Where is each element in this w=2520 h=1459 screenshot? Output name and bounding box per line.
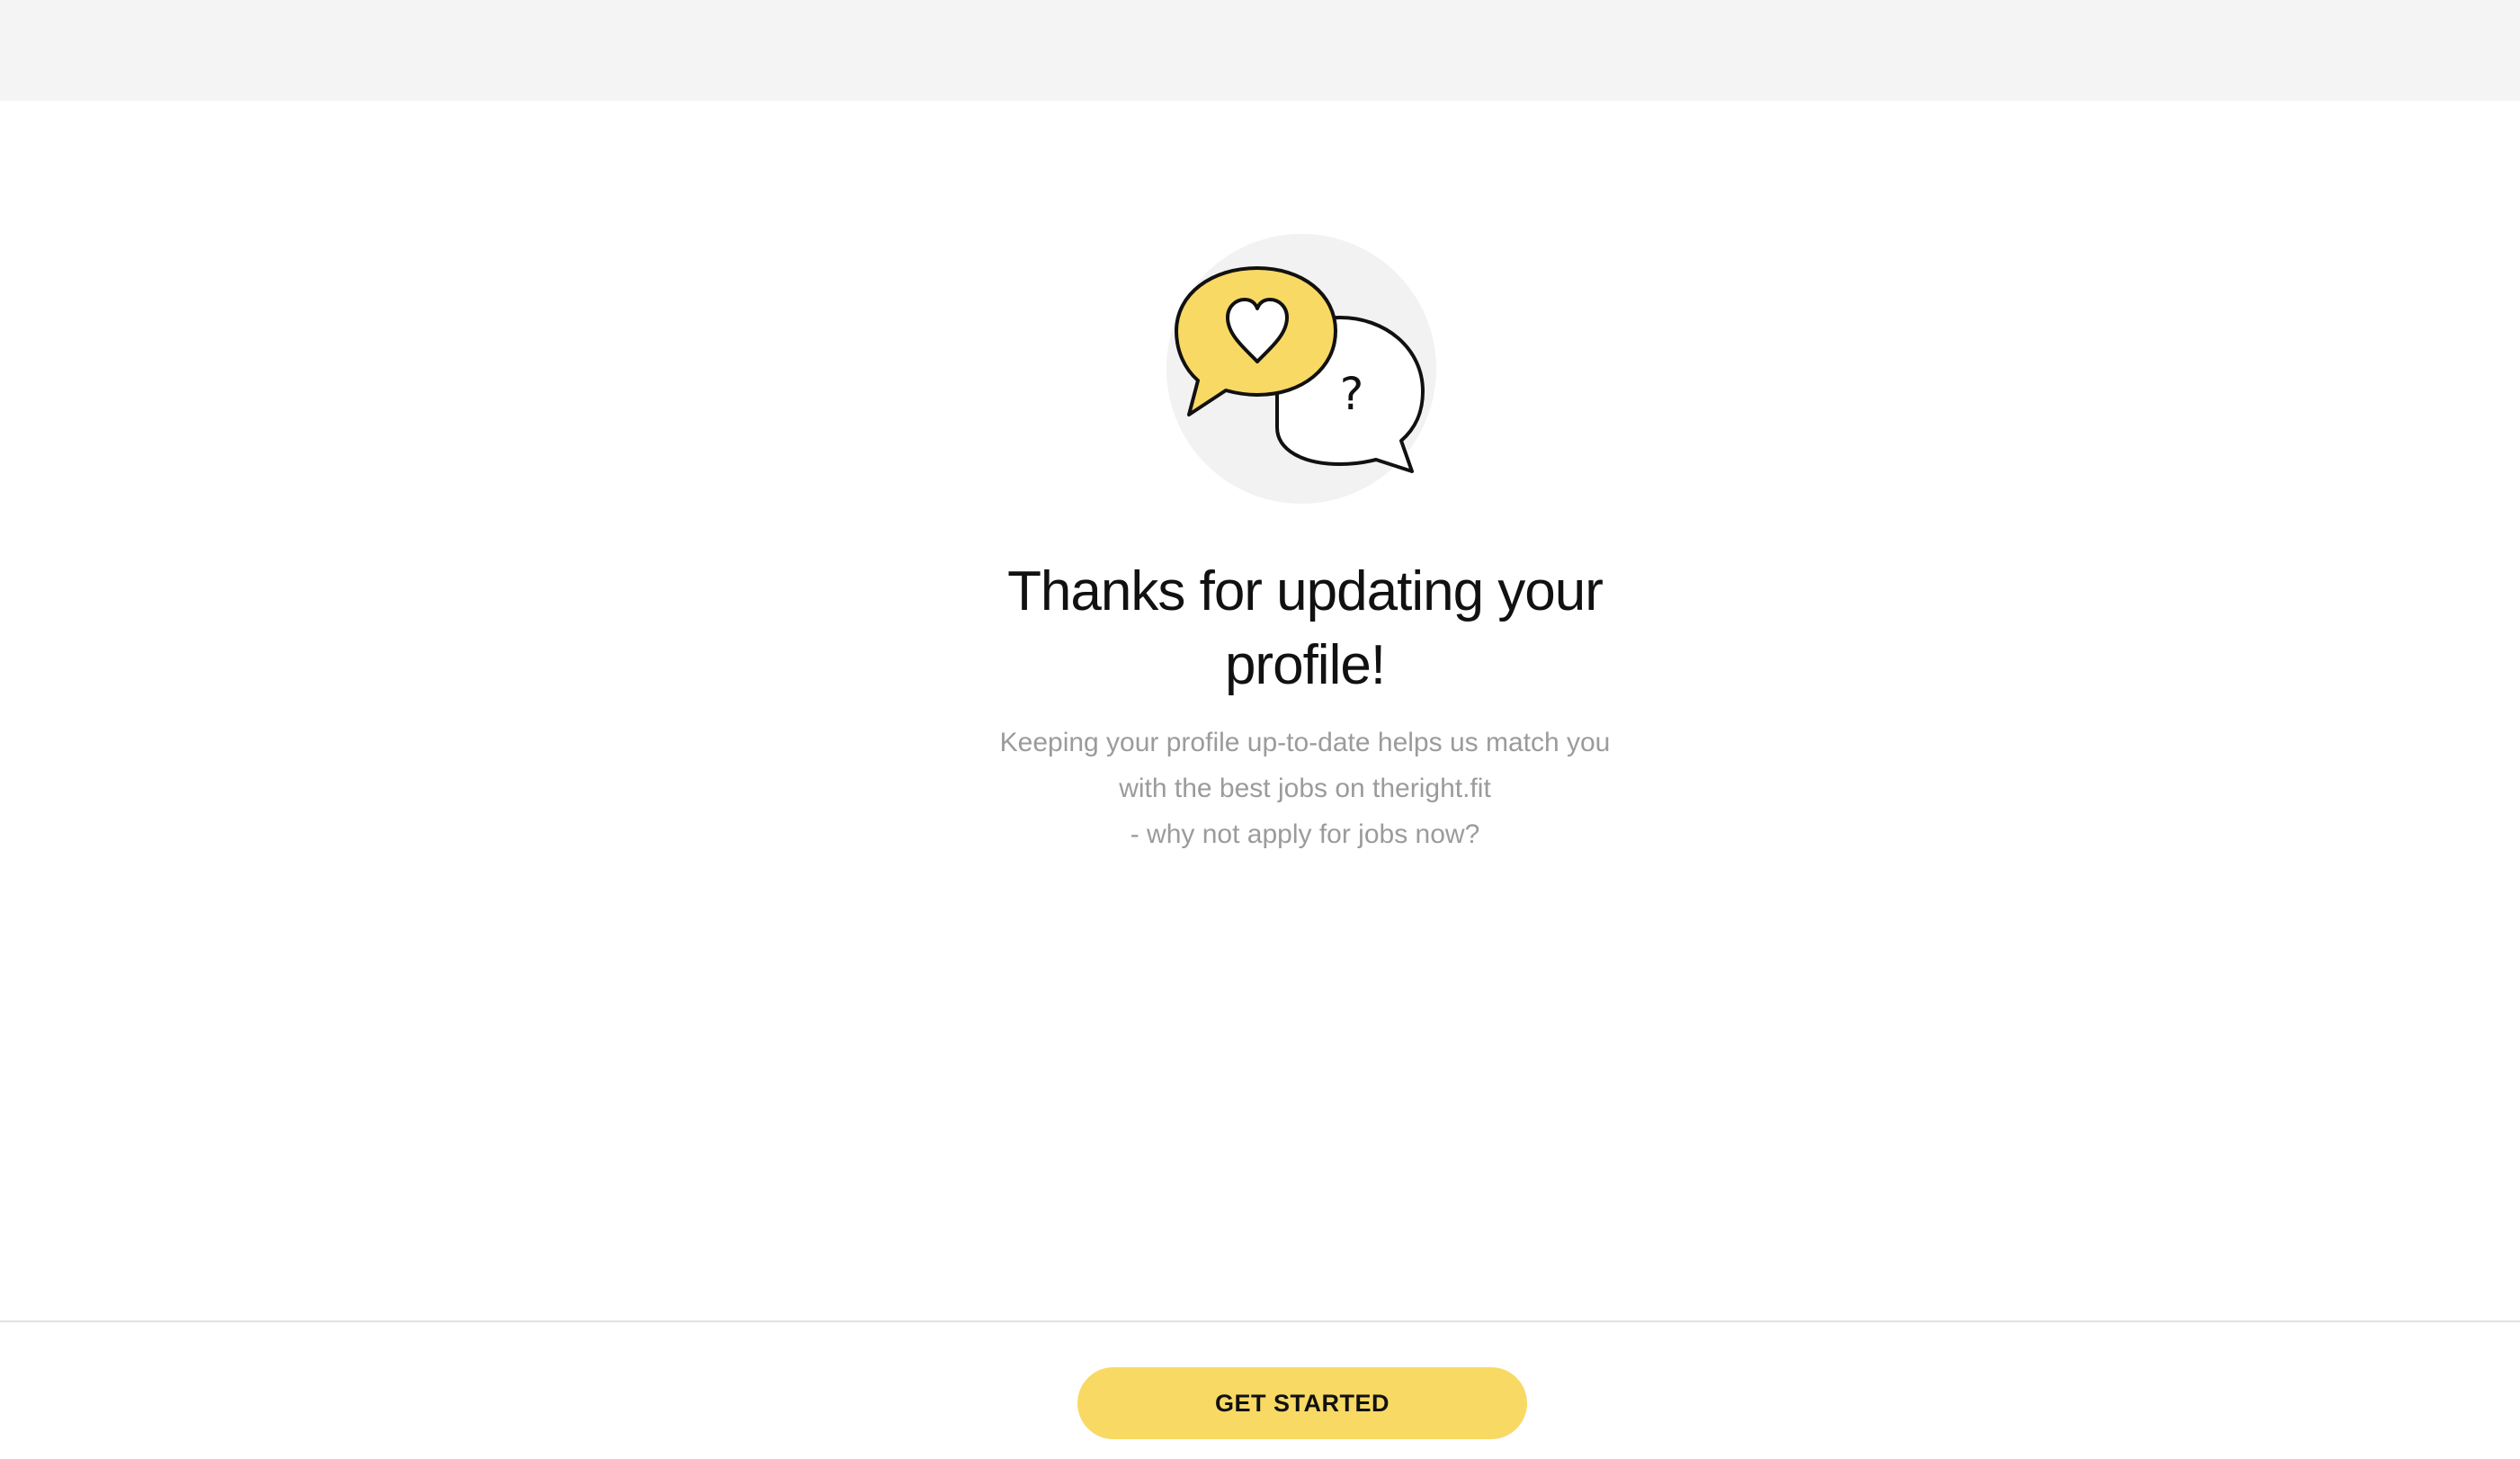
footer-bar: GET STARTED	[0, 1320, 2520, 1459]
message-line-1: Keeping your profile up-to-date helps us…	[999, 728, 1611, 757]
top-bar	[0, 0, 2520, 101]
page-message: Keeping your profile up-to-date helps us…	[945, 720, 1665, 857]
message-line-3: - why not apply for jobs now?	[1130, 819, 1480, 849]
svg-text:?: ?	[1340, 368, 1364, 420]
title-line-2: profile!	[1224, 634, 1386, 696]
get-started-button[interactable]: GET STARTED	[1077, 1367, 1527, 1439]
title-line-1: Thanks for updating your	[1007, 560, 1604, 622]
chat-illustration: ?	[1160, 229, 1448, 508]
message-line-2: with the best jobs on theright.fit	[1119, 774, 1491, 803]
page-title: Thanks for updating your profile!	[900, 555, 1710, 703]
